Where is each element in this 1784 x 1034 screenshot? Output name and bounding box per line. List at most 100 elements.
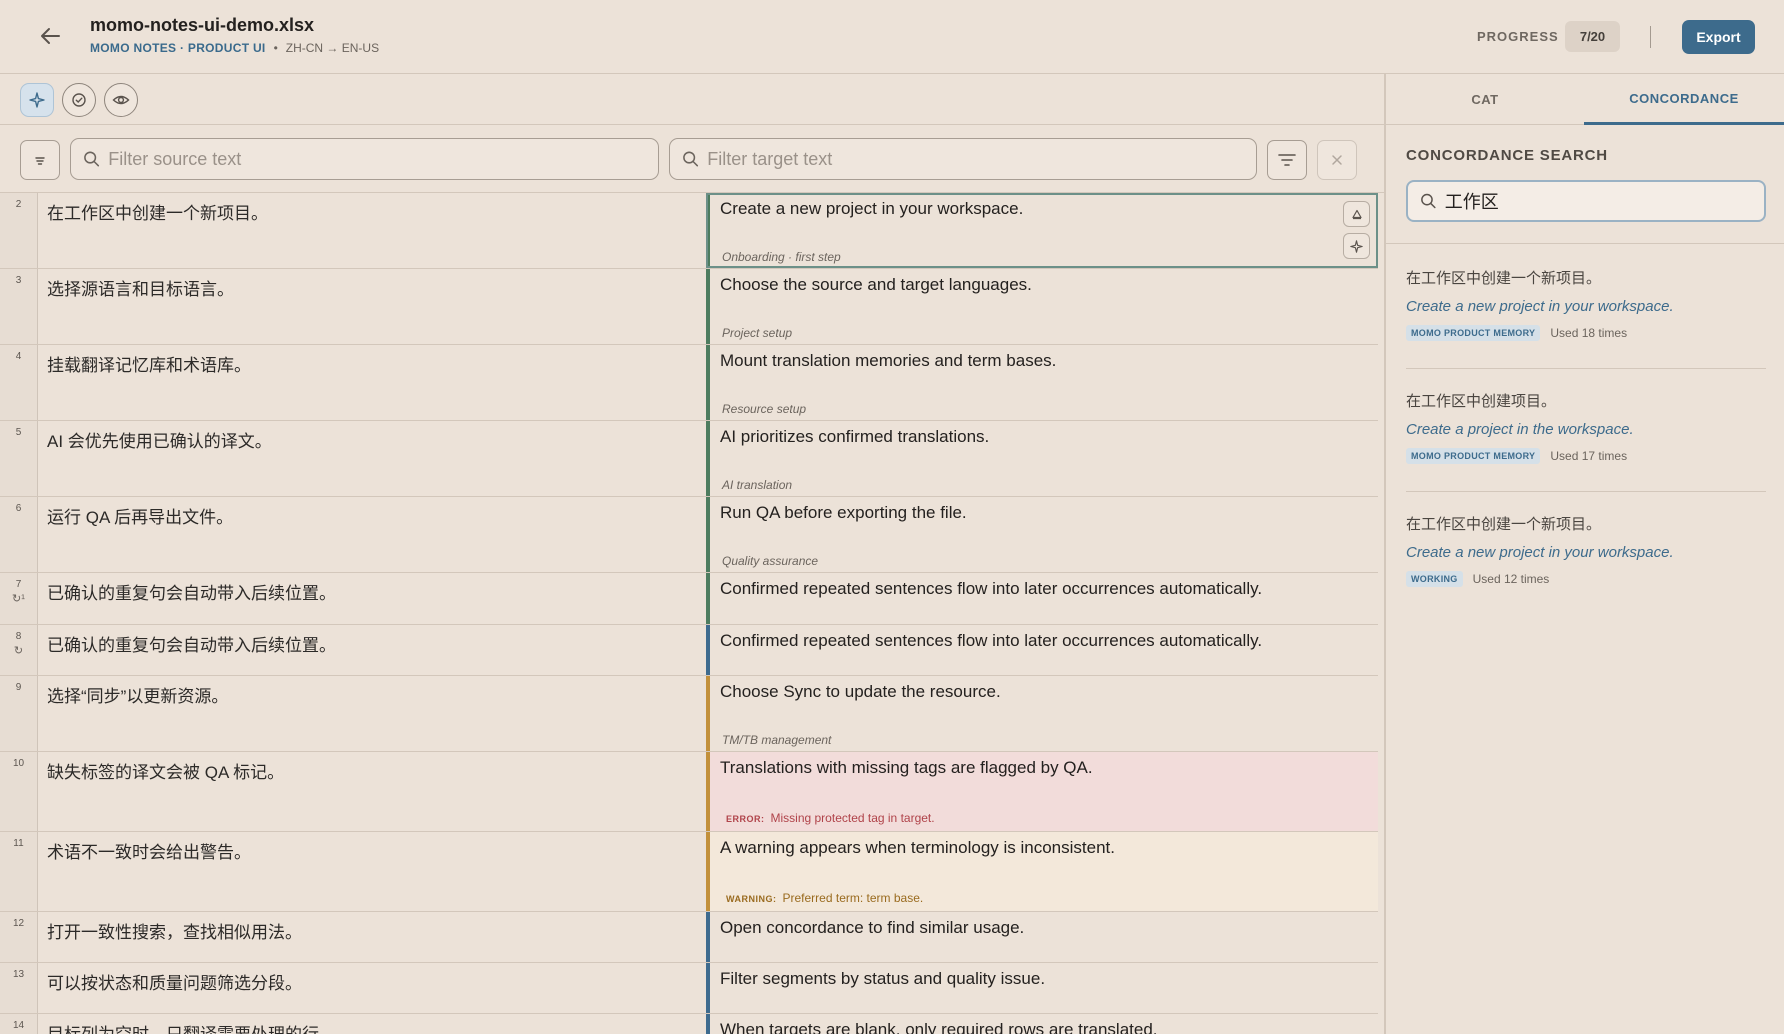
preview-button[interactable]: [104, 83, 138, 117]
segment-row[interactable]: 2 在工作区中创建一个新项目。 Create a new project in yo…: [0, 193, 1378, 269]
side-panel: CAT CONCORDANCE CONCORDANCE SEARCH 在工作区中…: [1386, 74, 1784, 1034]
filter-button[interactable]: [1267, 140, 1307, 180]
ai-translate-button[interactable]: [20, 83, 54, 117]
segment-row[interactable]: 5 AI 会优先使用已确认的译文。 AI prioritizes confirmed…: [0, 421, 1378, 497]
segment-note: TM/TB management: [722, 733, 832, 747]
target-text[interactable]: AI prioritizes confirmed translations.: [720, 427, 989, 447]
result-target[interactable]: Create a project in the workspace.: [1406, 421, 1766, 438]
qa-error: ERROR: Missing protected tag in target.: [726, 811, 935, 825]
target-cell[interactable]: Filter segments by status and quality is…: [706, 963, 1378, 1013]
segment-row[interactable]: 7 ↻¹ 已确认的重复句会自动带入后续位置。 Confirmed repeated s…: [0, 573, 1378, 625]
segment-note: AI translation: [722, 478, 793, 492]
source-text: 已确认的重复句会自动带入后续位置。: [47, 584, 336, 603]
result-source: 在工作区中创建一个新项目。: [1406, 270, 1602, 287]
result-target[interactable]: Create a new project in your workspace.: [1406, 298, 1766, 315]
target-text[interactable]: A warning appears when terminology is in…: [720, 838, 1115, 858]
target-text[interactable]: Open concordance to find similar usage.: [720, 918, 1024, 938]
search-icon: [1421, 193, 1436, 209]
export-button[interactable]: Export: [1682, 20, 1755, 54]
confirm-button[interactable]: [62, 83, 96, 117]
segment-row[interactable]: 13 可以按状态和质量问题筛选分段。 Filter segments by stat…: [0, 963, 1378, 1014]
segment-list-button[interactable]: [20, 140, 60, 180]
result-meta: MOMO PRODUCT MEMORY Used 18 times: [1406, 325, 1766, 341]
row-number-label: 7: [15, 579, 22, 590]
target-cell[interactable]: Confirmed repeated sentences flow into l…: [706, 625, 1378, 675]
row-number: 7 ↻¹: [0, 573, 38, 624]
tab-concordance[interactable]: CONCORDANCE: [1584, 74, 1784, 125]
issue-text: Preferred term: term base.: [782, 891, 924, 905]
concordance-result[interactable]: 在工作区中创建项目。 Create a project in the worksp…: [1406, 390, 1766, 464]
row-number: 8 ↻: [0, 625, 38, 675]
target-cell[interactable]: AI prioritizes confirmed translations. AI…: [706, 421, 1378, 496]
target-cell[interactable]: Run QA before exporting the file. Quality…: [706, 497, 1378, 572]
target-text[interactable]: Mount translation memories and term base…: [720, 351, 1056, 371]
divider: [1406, 491, 1766, 492]
target-text[interactable]: Choose the source and target languages.: [720, 275, 1032, 295]
segment-row[interactable]: 8 ↻ 已确认的重复句会自动带入后续位置。 Confirmed repeated se…: [0, 625, 1378, 676]
result-meta: MOMO PRODUCT MEMORY Used 17 times: [1406, 448, 1766, 464]
segment-row[interactable]: 3 选择源语言和目标语言。 Choose the source and target…: [0, 269, 1378, 345]
target-cell[interactable]: Open concordance to find similar usage.: [706, 912, 1378, 962]
target-text[interactable]: Translations with missing tags are flagg…: [720, 758, 1093, 778]
concordance-result[interactable]: 在工作区中创建一个新项目。 Create a new project in you…: [1406, 267, 1766, 341]
copy-source-button[interactable]: [1343, 201, 1370, 227]
target-cell[interactable]: Choose the source and target languages. P…: [706, 269, 1378, 344]
progress-label: PROGRESS: [1477, 29, 1559, 44]
target-cell[interactable]: Choose Sync to update the resource. TM/TB…: [706, 676, 1378, 751]
concordance-result[interactable]: 在工作区中创建一个新项目。 Create a new project in you…: [1406, 513, 1766, 587]
segment-note: Project setup: [722, 326, 793, 340]
repeat-icon: ↻: [13, 645, 24, 657]
segment-row[interactable]: 4 挂载翻译记忆库和术语库。 Mount translation memories …: [0, 345, 1378, 421]
row-number-label: 3: [15, 275, 22, 286]
target-cell[interactable]: When targets are blank, only required ro…: [706, 1014, 1378, 1034]
target-cell[interactable]: Create a new project in your workspace. O…: [706, 193, 1378, 268]
segment-row[interactable]: 9 选择“同步”以更新资源。 Choose Sync to update the r…: [0, 676, 1378, 752]
source-text: 可以按状态和质量问题筛选分段。: [47, 974, 302, 993]
result-target[interactable]: Create a new project in your workspace.: [1406, 544, 1766, 561]
source-filter-input[interactable]: [108, 148, 658, 170]
row-number: 12: [0, 912, 38, 962]
segment-row[interactable]: 14 目标列为空时，只翻译需要处理的行。 When targets are blan…: [0, 1014, 1378, 1034]
target-text[interactable]: Create a new project in your workspace.: [720, 199, 1023, 219]
segment-row[interactable]: 6 运行 QA 后再导出文件。 Run QA before exporting th…: [0, 497, 1378, 573]
target-cell[interactable]: A warning appears when terminology is in…: [706, 832, 1378, 911]
row-number-label: 10: [12, 758, 25, 769]
source-text: 缺失标签的译文会被 QA 标记。: [47, 763, 285, 782]
clear-filter-button[interactable]: [1317, 140, 1357, 180]
usage-count: Used 17 times: [1550, 449, 1628, 463]
sparkle-icon: [1350, 239, 1363, 253]
eye-icon: [112, 95, 130, 105]
target-text[interactable]: Choose Sync to update the resource.: [720, 682, 1001, 702]
row-number: 9: [0, 676, 38, 751]
target-filter-field[interactable]: [669, 138, 1257, 180]
separator-dot: •: [273, 41, 278, 55]
target-cell[interactable]: Translations with missing tags are flagg…: [706, 752, 1378, 831]
concordance-search-input[interactable]: [1444, 190, 1764, 212]
target-text[interactable]: Filter segments by status and quality is…: [720, 969, 1045, 989]
target-text[interactable]: Run QA before exporting the file.: [720, 503, 967, 523]
segment-row[interactable]: 12 打开一致性搜索，查找相似用法。 Open concordance to fin…: [0, 912, 1378, 963]
row-number: 2: [0, 193, 38, 268]
result-meta: WORKING Used 12 times: [1406, 571, 1766, 587]
source-filter-field[interactable]: [70, 138, 659, 180]
source-text: 运行 QA 后再导出文件。: [47, 508, 234, 527]
row-number-label: 11: [13, 838, 24, 849]
ai-suggest-button[interactable]: [1343, 233, 1370, 259]
back-button[interactable]: [36, 22, 64, 50]
concordance-heading: CONCORDANCE SEARCH: [1406, 147, 1608, 164]
row-number-label: 13: [12, 969, 25, 980]
target-text[interactable]: When targets are blank, only required ro…: [720, 1020, 1158, 1034]
target-text[interactable]: Confirmed repeated sentences flow into l…: [720, 579, 1262, 599]
target-cell[interactable]: Mount translation memories and term base…: [706, 345, 1378, 420]
segment-row[interactable]: 10 缺失标签的译文会被 QA 标记。 Translations with miss…: [0, 752, 1378, 832]
check-circle-icon: [72, 93, 86, 107]
tab-cat[interactable]: CAT: [1386, 74, 1584, 125]
segment-row[interactable]: 11 术语不一致时会给出警告。 A warning appears when ter…: [0, 832, 1378, 912]
target-cell[interactable]: Confirmed repeated sentences flow into l…: [706, 573, 1378, 624]
target-text[interactable]: Confirmed repeated sentences flow into l…: [720, 631, 1262, 651]
target-filter-input[interactable]: [707, 148, 1256, 170]
concordance-search-field[interactable]: [1406, 180, 1766, 222]
app-header: momo-notes-ui-demo.xlsx MOMO NOTES · PRO…: [0, 0, 1784, 74]
source-text: 选择“同步”以更新资源。: [47, 687, 229, 706]
search-icon: [84, 151, 100, 167]
